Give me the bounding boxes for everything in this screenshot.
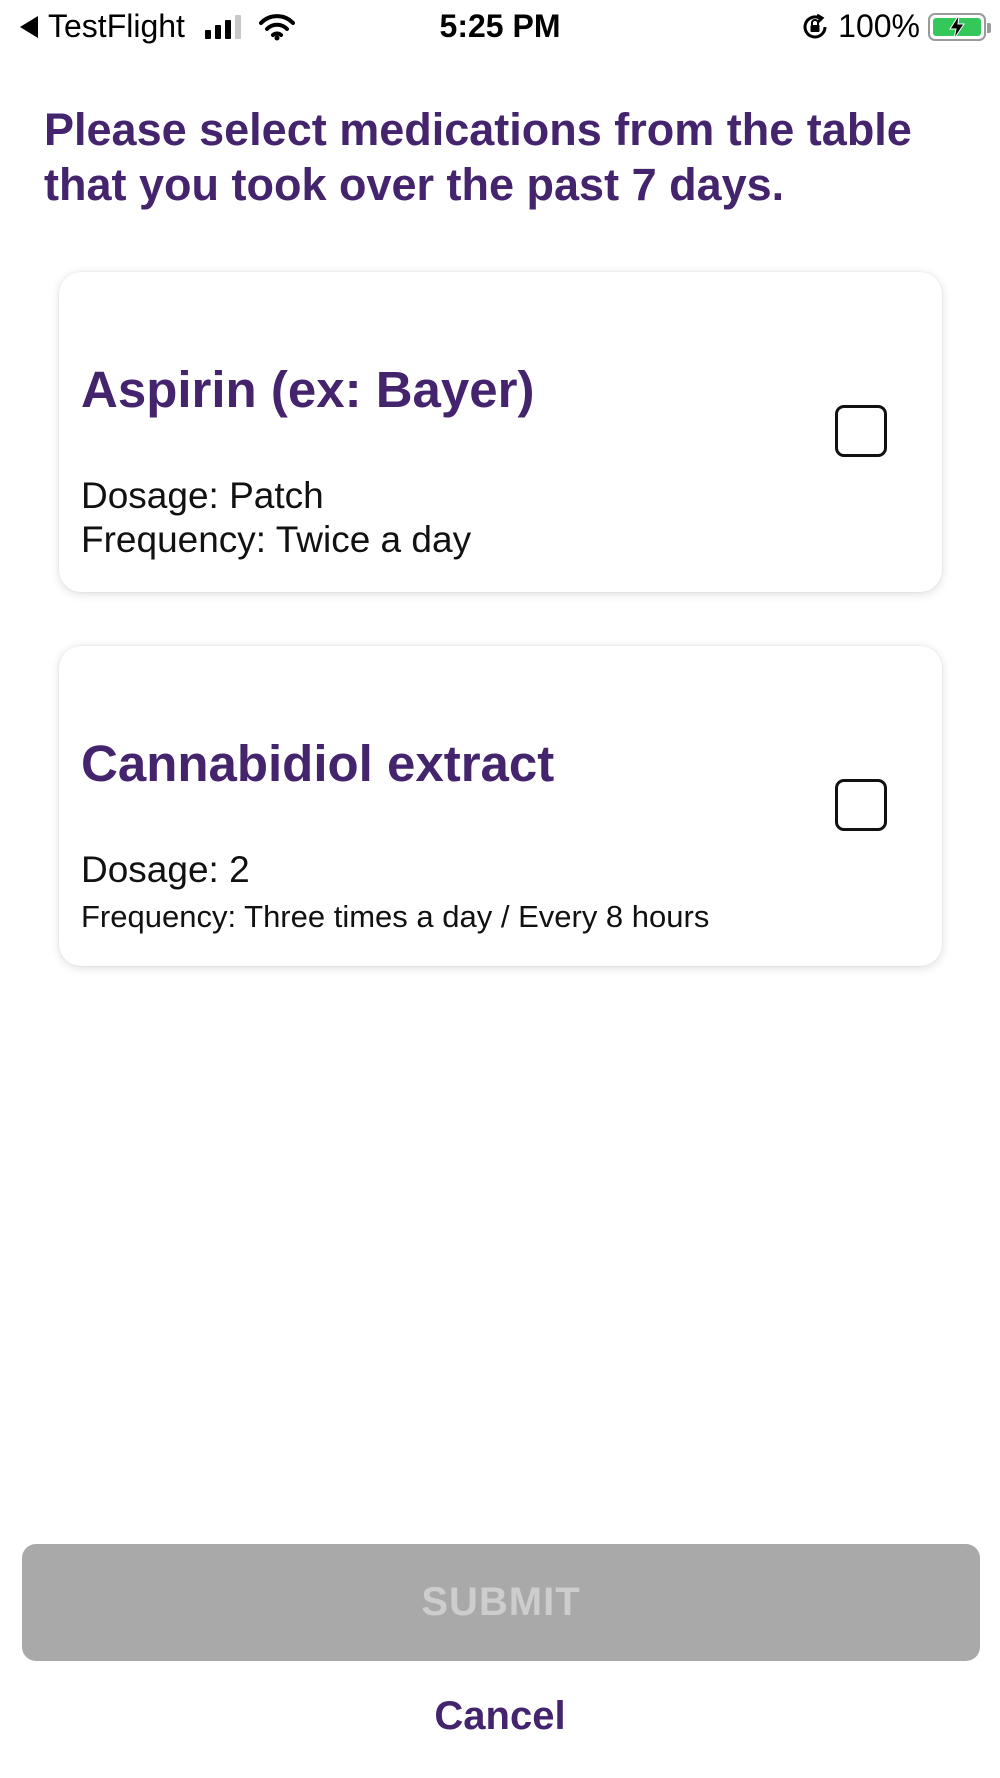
page-title: Please select medications from the table… — [44, 102, 944, 212]
medication-checkbox[interactable] — [835, 779, 887, 831]
submit-button[interactable]: SUBMIT — [22, 1544, 980, 1661]
medication-dosage: Dosage: 2 — [81, 849, 250, 890]
battery-percent: 100% — [838, 8, 920, 44]
medication-selection-screen: TestFlight 5:25 PM 100% Please select me… — [0, 0, 1000, 1778]
medication-checkbox[interactable] — [835, 405, 887, 457]
medication-frequency: Frequency: Twice a day — [81, 519, 472, 560]
medication-card[interactable]: Cannabidiol extract Dosage: 2 Frequency:… — [59, 646, 942, 966]
orientation-lock-icon — [803, 13, 827, 38]
medication-frequency: Frequency: Three times a day / Every 8 h… — [81, 899, 710, 934]
page-title-line-1: Please select medications from the table — [44, 104, 912, 155]
battery-charging-icon — [928, 12, 991, 41]
medication-card[interactable]: Aspirin (ex: Bayer) Dosage: Patch Freque… — [59, 272, 942, 592]
page-title-line-2: that you took over the past 7 days. — [44, 159, 785, 210]
charging-bolt-icon — [949, 14, 965, 39]
status-right: 100% — [800, 8, 991, 45]
status-bar: TestFlight 5:25 PM 100% — [0, 0, 1000, 56]
medication-name: Cannabidiol extract — [81, 735, 555, 792]
medication-dosage: Dosage: Patch — [81, 475, 324, 516]
medication-name: Aspirin (ex: Bayer) — [81, 361, 535, 418]
cancel-button[interactable]: Cancel — [0, 1688, 1000, 1744]
